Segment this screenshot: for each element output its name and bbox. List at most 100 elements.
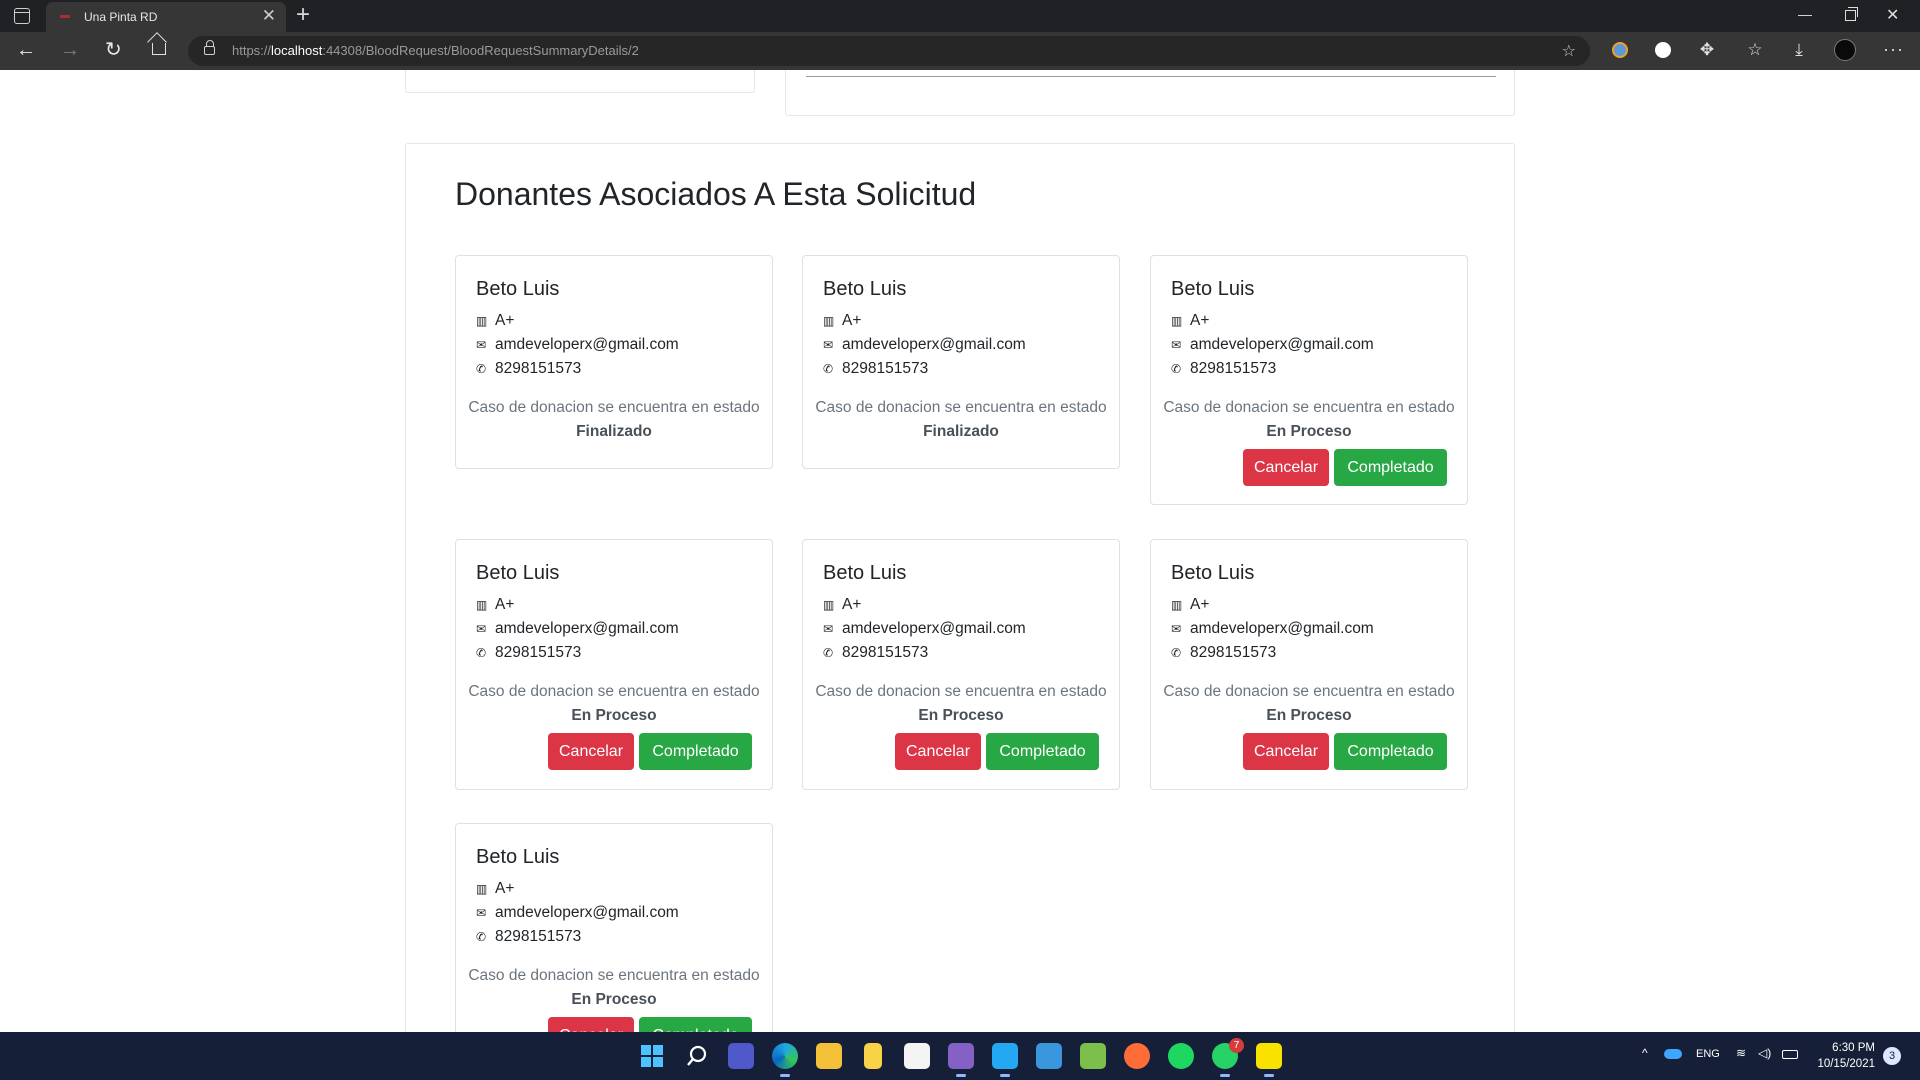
minimize-icon[interactable]: — (1798, 6, 1812, 22)
cancel-button[interactable]: Cancelar (1243, 733, 1329, 770)
clock[interactable]: 6:30 PM 10/15/2021 (1815, 1040, 1875, 1072)
blood-type-row: ▥ A+ (476, 880, 515, 897)
sticky-note-icon[interactable] (864, 1043, 882, 1069)
phone-row: ✆ 8298151573 (1171, 360, 1277, 377)
donation-status: Caso de donacion se encuentra en estado … (1163, 683, 1455, 724)
teams-icon[interactable] (728, 1043, 754, 1069)
extensions-icon[interactable]: ✥ (1696, 39, 1718, 61)
profile-avatar[interactable] (1834, 39, 1856, 61)
tab-una-pinta[interactable]: Una Pinta RD ✕ (46, 2, 286, 32)
app-icon[interactable] (1080, 1043, 1106, 1069)
visual-studio-icon[interactable] (948, 1043, 974, 1077)
search-icon[interactable] (684, 1043, 710, 1069)
vscode-icon[interactable] (992, 1043, 1018, 1077)
complete-button[interactable]: Completado (1334, 733, 1447, 770)
cancel-button[interactable]: Cancelar (895, 733, 981, 770)
map-icon: ▥ (1171, 314, 1183, 328)
map-icon: ▥ (823, 598, 835, 612)
donor-card: Beto Luis ▥ A+ ✉ amdeveloperx@gmail.com ✆ 8… (455, 539, 773, 790)
whatsapp-icon[interactable]: 7 (1212, 1038, 1244, 1077)
time: 6:30 PM (1832, 1042, 1875, 1054)
donor-card: Beto Luis ▥ A+ ✉ amdeveloperx@gmail.com ✆ 8… (1150, 539, 1468, 790)
previous-card-left (405, 70, 755, 93)
donors-panel: Donantes Asociados A Esta Solicitud Beto… (405, 143, 1515, 1032)
language-indicator[interactable]: ENG (1696, 1048, 1720, 1060)
more-options-icon[interactable]: ··· (1883, 39, 1904, 60)
envelope-icon: ✉ (1171, 338, 1182, 352)
phone-icon: ✆ (823, 362, 834, 376)
complete-button[interactable]: Completado (986, 733, 1099, 770)
email-row: ✉ amdeveloperx@gmail.com (476, 336, 679, 353)
chevron-up-icon[interactable]: ^ (1642, 1046, 1648, 1060)
donor-name: Beto Luis (476, 278, 560, 300)
section-title: Donantes Asociados A Esta Solicitud (455, 176, 977, 212)
phone-icon: ✆ (476, 362, 487, 376)
downloads-icon[interactable]: ⤓ (1788, 39, 1810, 61)
close-tab-icon[interactable]: ✕ (262, 7, 276, 25)
donor-name: Beto Luis (1171, 278, 1255, 300)
onedrive-icon[interactable] (1664, 1049, 1682, 1059)
favorites-icon[interactable]: ☆ (1744, 39, 1766, 61)
divider (806, 76, 1496, 77)
donation-status: Caso de donacion se encuentra en estado … (815, 683, 1107, 724)
file-explorer-icon[interactable] (816, 1043, 842, 1069)
date: 10/15/2021 (1817, 1058, 1875, 1070)
donor-card: Beto Luis ▥ A+ ✉ amdeveloperx@gmail.com ✆ 8… (802, 255, 1120, 469)
blood-type-row: ▥ A+ (823, 312, 862, 329)
sticky-notes-icon[interactable] (1256, 1043, 1282, 1077)
cancel-button[interactable]: Cancelar (1243, 449, 1329, 486)
store-icon[interactable] (904, 1043, 930, 1069)
complete-button[interactable]: Completado (639, 733, 752, 770)
phone-icon: ✆ (476, 930, 487, 944)
page-viewport: Donantes Asociados A Esta Solicitud Beto… (0, 70, 1920, 1032)
postman-icon[interactable] (1124, 1043, 1150, 1069)
azure-data-studio-icon[interactable] (1036, 1043, 1062, 1069)
back-icon[interactable]: ← (16, 39, 36, 61)
home-icon[interactable] (152, 43, 166, 55)
extension-circle-icon[interactable] (1655, 42, 1671, 58)
tab-actions-icon[interactable] (14, 8, 30, 24)
lock-icon[interactable] (204, 40, 215, 55)
donation-status: Caso de donacion se encuentra en estado … (468, 683, 760, 724)
refresh-icon[interactable]: ↻ (105, 39, 122, 61)
address-bar[interactable]: https://localhost:44308/BloodRequest/Blo… (188, 36, 1590, 66)
map-icon: ▥ (476, 882, 488, 896)
card-actions: Cancelar Completado (895, 733, 1099, 770)
donation-status: Caso de donacion se encuentra en estado … (468, 399, 760, 440)
extension-icon[interactable] (1612, 42, 1628, 58)
phone-row: ✆ 8298151573 (476, 644, 582, 661)
browser-toolbar: ← → ↻ https://localhost:44308/BloodReque… (0, 32, 1920, 70)
donor-name: Beto Luis (823, 278, 907, 300)
spotify-icon[interactable] (1168, 1043, 1194, 1069)
donor-name: Beto Luis (476, 846, 560, 868)
envelope-icon: ✉ (476, 622, 487, 636)
map-icon: ▥ (476, 598, 488, 612)
complete-button[interactable]: Completado (1334, 449, 1447, 486)
volume-icon[interactable]: ◁) (1758, 1046, 1771, 1060)
cancel-button[interactable]: Cancelar (548, 1017, 634, 1032)
url-text[interactable]: https://localhost:44308/BloodRequest/Blo… (232, 43, 639, 58)
donor-name: Beto Luis (476, 562, 560, 584)
new-tab-icon[interactable]: + (296, 2, 310, 28)
phone-row: ✆ 8298151573 (823, 360, 929, 377)
edge-icon[interactable] (772, 1043, 798, 1077)
complete-button[interactable]: Completado (639, 1017, 752, 1032)
phone-row: ✆ 8298151573 (1171, 644, 1277, 661)
close-window-icon[interactable]: ✕ (1886, 5, 1899, 25)
add-favorite-icon[interactable]: ☆ (1562, 41, 1576, 61)
notification-badge[interactable]: 3 (1883, 1047, 1901, 1065)
wifi-icon[interactable]: ≋ (1736, 1046, 1746, 1060)
windows-start-icon[interactable] (639, 1043, 665, 1069)
battery-icon[interactable] (1782, 1050, 1798, 1059)
forward-icon[interactable]: → (60, 39, 80, 61)
tab-bar: Una Pinta RD ✕ + — ✕ (0, 0, 1920, 32)
restore-icon[interactable] (1845, 7, 1858, 21)
email-row: ✉ amdeveloperx@gmail.com (476, 904, 679, 921)
cancel-button[interactable]: Cancelar (548, 733, 634, 770)
email-row: ✉ amdeveloperx@gmail.com (476, 620, 679, 637)
donor-name: Beto Luis (823, 562, 907, 584)
email-row: ✉ amdeveloperx@gmail.com (823, 620, 1026, 637)
donor-card: Beto Luis ▥ A+ ✉ amdeveloperx@gmail.com ✆ 8… (455, 823, 773, 1032)
phone-row: ✆ 8298151573 (823, 644, 929, 661)
whatsapp-badge: 7 (1229, 1038, 1244, 1053)
